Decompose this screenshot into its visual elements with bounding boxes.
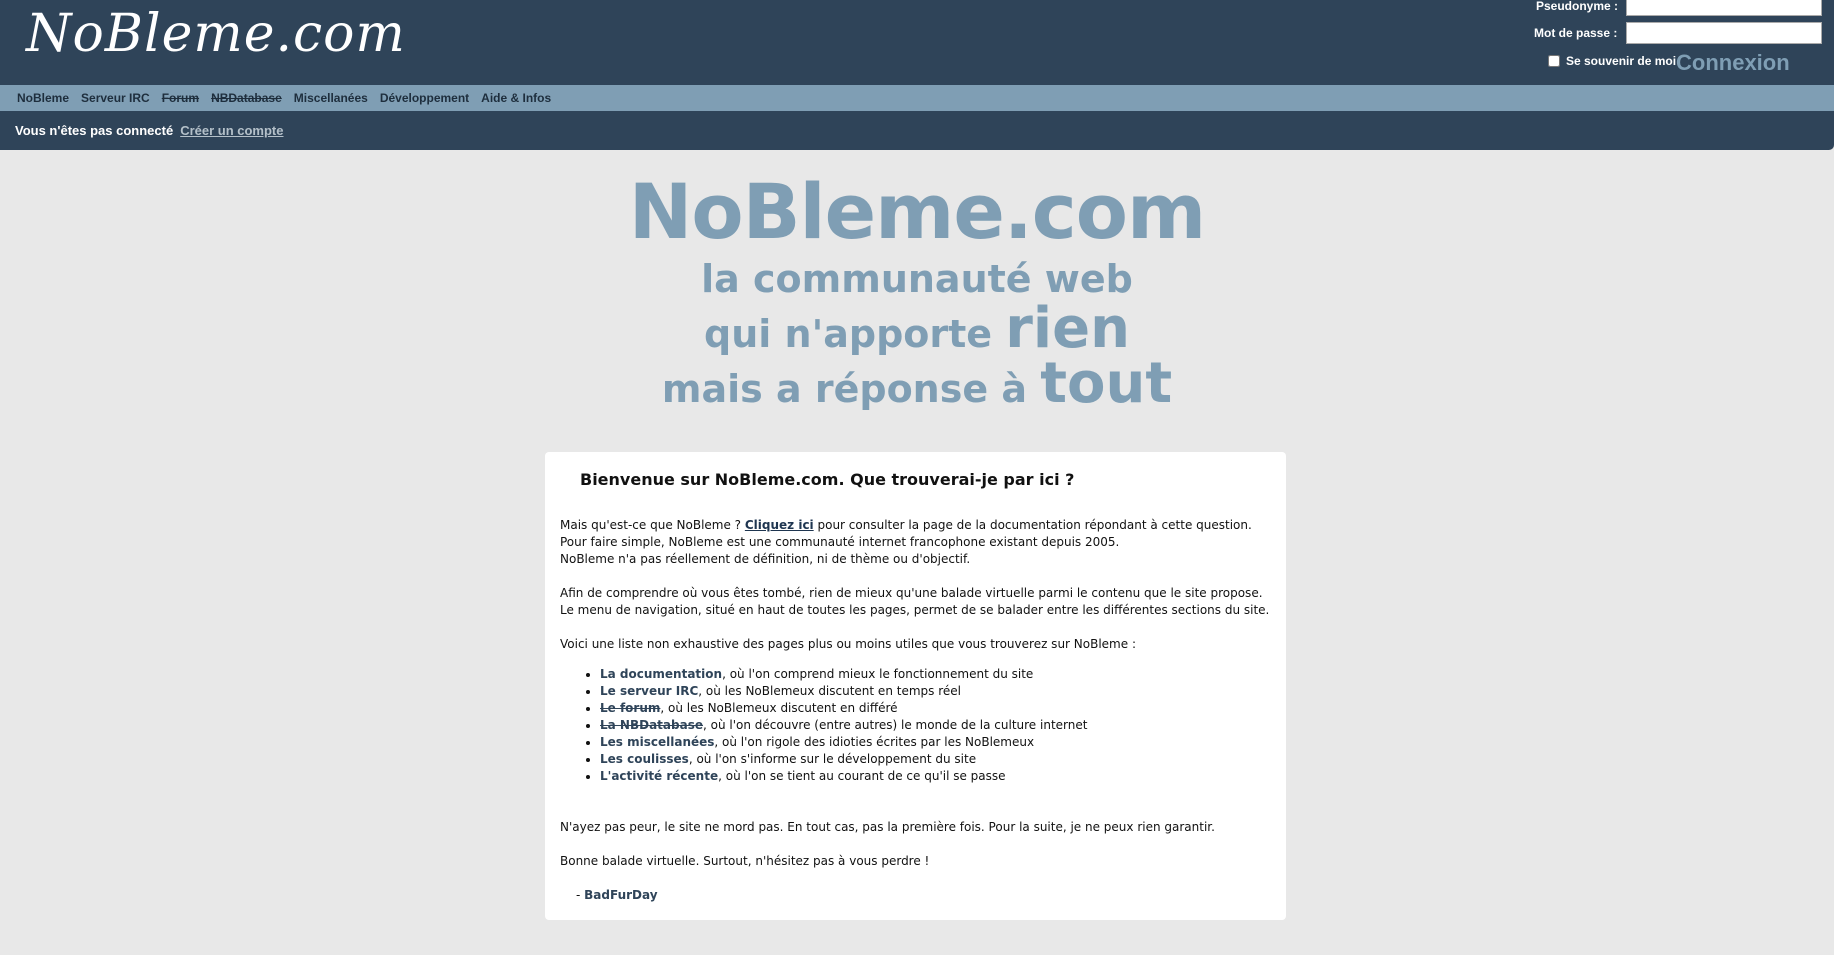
list-item-text: , où l'on découvre (entre autres) le mon… [702, 718, 1088, 732]
welcome-paragraph: Bonne balade virtuelle. Surtout, n'hésit… [560, 854, 930, 868]
header-bar: NoBleme.com Pseudonyme : Mot de passe : … [0, 0, 1834, 85]
welcome-paragraph: Pour faire simple, NoBleme est une commu… [560, 535, 1120, 549]
list-item: Le serveur IRC, où les NoBlemeux discute… [600, 683, 1270, 700]
login-status-text: Vous n'êtes pas connecté [15, 123, 174, 138]
forum-link[interactable]: Le forum [600, 701, 660, 715]
list-item: La documentation, où l'on comprend mieux… [600, 666, 1270, 683]
main-nav: NoBleme Serveur IRC Forum NBDatabase Mis… [0, 85, 1834, 111]
welcome-paragraph: Le menu de navigation, situé en haut de … [560, 603, 1270, 617]
welcome-paragraph: Voici une liste non exhaustive des pages… [560, 637, 1136, 651]
site-logo[interactable]: NoBleme.com [26, 4, 406, 64]
list-item: L'activité récente, où l'on se tient au … [600, 768, 1270, 785]
hero-line-3-emphasis: tout [1040, 351, 1173, 416]
welcome-card: Bienvenue sur NoBleme.com. Que trouverai… [545, 452, 1286, 920]
hero-line-3-text: mais a réponse à [661, 367, 1041, 411]
signature-prefix: - [576, 888, 585, 902]
list-item-text: , où l'on comprend mieux le fonctionneme… [722, 667, 1034, 681]
list-item: Le forum, où les NoBlemeux discutent en … [600, 700, 1270, 717]
remember-me-label: Se souvenir de moi [1566, 54, 1677, 68]
hero-line-2-text: qui n'apporte [704, 312, 1006, 356]
connect-button[interactable]: Connexion [1676, 50, 1790, 76]
doc-question-after: pour consulter la page de la documentati… [813, 518, 1252, 532]
username-input[interactable] [1626, 0, 1822, 16]
remember-me[interactable]: Se souvenir de moi [1548, 54, 1676, 68]
welcome-paragraph: Afin de comprendre où vous êtes tombé, r… [560, 586, 1263, 600]
hero-line-1: la communauté web [701, 257, 1133, 301]
list-item-text: , où les NoBlemeux discutent en différé [660, 701, 898, 715]
list-item-text: , où les NoBlemeux discutent en temps ré… [698, 684, 961, 698]
documentation-link[interactable]: La documentation [600, 667, 722, 681]
recent-activity-link[interactable]: L'activité récente [600, 769, 718, 783]
login-form: Pseudonyme : Mot de passe : Se souvenir … [1528, 0, 1828, 85]
nav-item-nobleme[interactable]: NoBleme [17, 91, 69, 105]
nav-item-serveur-irc[interactable]: Serveur IRC [81, 91, 150, 105]
nav-item-miscellanees[interactable]: Miscellanées [294, 91, 368, 105]
account-status-bar: Vous n'êtes pas connecté Créer un compte [0, 111, 1834, 150]
password-input[interactable] [1626, 22, 1822, 44]
list-item: Les coulisses, où l'on s'informe sur le … [600, 751, 1270, 768]
nav-item-nbdatabase[interactable]: NBDatabase [211, 91, 282, 105]
nbdatabase-link[interactable]: La NBDatabase [600, 718, 703, 732]
hero-line-2: qui n'apporte rien [0, 301, 1834, 359]
miscellanees-link[interactable]: Les miscellanées [600, 735, 714, 749]
password-label: Mot de passe : [1534, 26, 1618, 40]
welcome-paragraph: N'ayez pas peur, le site ne mord pas. En… [560, 820, 1215, 834]
remember-me-checkbox[interactable] [1548, 55, 1560, 67]
create-account-link[interactable]: Créer un compte [180, 123, 283, 138]
nav-item-forum[interactable]: Forum [162, 91, 199, 105]
author-link[interactable]: BadFurDay [584, 888, 657, 902]
nav-item-aide-infos[interactable]: Aide & Infos [481, 91, 551, 105]
irc-link[interactable]: Le serveur IRC [600, 684, 698, 698]
coulisses-link[interactable]: Les coulisses [600, 752, 689, 766]
list-item-text: , où l'on se tient au courant de ce qu'i… [718, 769, 1006, 783]
hero-banner: NoBleme.com la communauté web qui n'appo… [0, 170, 1834, 414]
list-item: La NBDatabase, où l'on découvre (entre a… [600, 717, 1270, 734]
nav-item-developpement[interactable]: Développement [380, 91, 469, 105]
welcome-paragraph: NoBleme n'a pas réellement de définition… [560, 552, 971, 566]
welcome-paragraph: Mais qu'est-ce que NoBleme ? Cliquez ici… [560, 517, 1270, 534]
hero-title: NoBleme.com [628, 167, 1206, 256]
list-item: Les miscellanées, où l'on rigole des idi… [600, 734, 1270, 751]
list-item-text: , où l'on rigole des idioties écrites pa… [714, 735, 1035, 749]
doc-link[interactable]: Cliquez ici [745, 518, 814, 532]
list-item-text: , où l'on s'informe sur le développement… [688, 752, 977, 766]
signature: - BadFurDay [576, 887, 1270, 904]
welcome-heading: Bienvenue sur NoBleme.com. Que trouverai… [580, 470, 1075, 489]
username-label: Pseudonyme : [1536, 0, 1619, 13]
doc-question-text: Mais qu'est-ce que NoBleme ? [560, 518, 745, 532]
pages-list: La documentation, où l'on comprend mieux… [600, 666, 1270, 785]
hero-line-3: mais a réponse à tout [0, 356, 1834, 414]
